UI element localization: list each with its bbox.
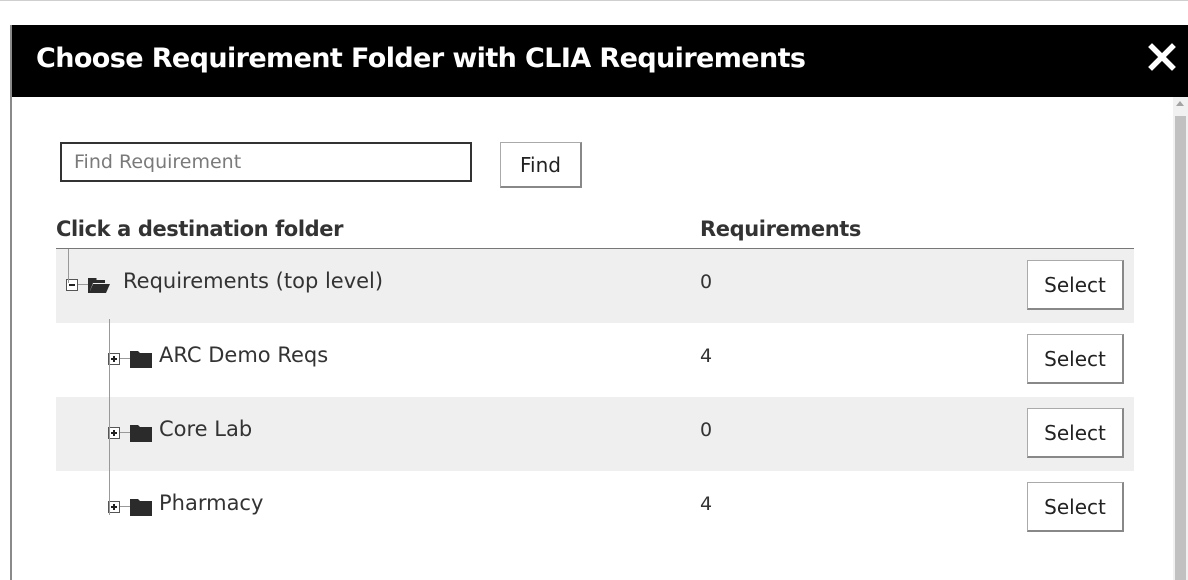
folder-label[interactable]: ARC Demo Reqs: [159, 343, 328, 367]
requirement-count: 4: [700, 493, 713, 515]
requirement-folder-dialog: Choose Requirement Folder with CLIA Requ…: [10, 25, 1188, 580]
dialog-title: Choose Requirement Folder with CLIA Requ…: [36, 43, 806, 74]
dialog-content: Find Click a destination folder Requirem…: [12, 97, 1172, 580]
scrollbar-thumb[interactable]: [1175, 116, 1186, 580]
folder-icon: [130, 499, 152, 516]
folder-label[interactable]: Requirements (top level): [123, 269, 383, 293]
folder-open-icon: [88, 278, 110, 293]
requirement-count: 4: [700, 345, 713, 367]
column-header-folder: Click a destination folder: [56, 217, 344, 241]
requirement-count: 0: [700, 271, 713, 293]
select-button[interactable]: Select: [1027, 408, 1124, 458]
close-button[interactable]: [1148, 42, 1176, 72]
folder-icon: [130, 351, 152, 368]
tree-connector: [120, 432, 130, 433]
scroll-up-arrow-icon[interactable]: [1176, 101, 1184, 106]
tree-connector: [120, 506, 130, 507]
page-top-border: [0, 0, 1188, 1]
requirement-count: 0: [700, 419, 713, 441]
column-header-requirements: Requirements: [700, 217, 862, 241]
table-row[interactable]: Requirements (top level) 0 Select: [56, 249, 1134, 323]
tree-line: [109, 319, 110, 515]
table-row[interactable]: Core Lab 0 Select: [56, 397, 1134, 471]
folder-icon: [130, 425, 152, 442]
table-row[interactable]: ARC Demo Reqs 4 Select: [56, 323, 1134, 397]
dialog-titlebar: Choose Requirement Folder with CLIA Requ…: [12, 25, 1188, 97]
folder-label[interactable]: Pharmacy: [159, 491, 263, 515]
find-requirement-input[interactable]: [60, 142, 472, 182]
folder-label[interactable]: Core Lab: [159, 417, 252, 441]
select-button[interactable]: Select: [1027, 260, 1124, 310]
select-button[interactable]: Select: [1027, 482, 1124, 532]
tree-connector: [78, 284, 88, 285]
select-button[interactable]: Select: [1027, 334, 1124, 384]
vertical-scrollbar[interactable]: [1173, 97, 1188, 580]
tree-connector: [120, 358, 130, 359]
tree-line: [68, 249, 69, 283]
page: Choose Requirement Folder with CLIA Requ…: [0, 0, 1188, 580]
table-row[interactable]: Pharmacy 4 Select: [56, 471, 1134, 545]
close-icon: [1148, 43, 1176, 71]
find-button[interactable]: Find: [500, 142, 582, 188]
